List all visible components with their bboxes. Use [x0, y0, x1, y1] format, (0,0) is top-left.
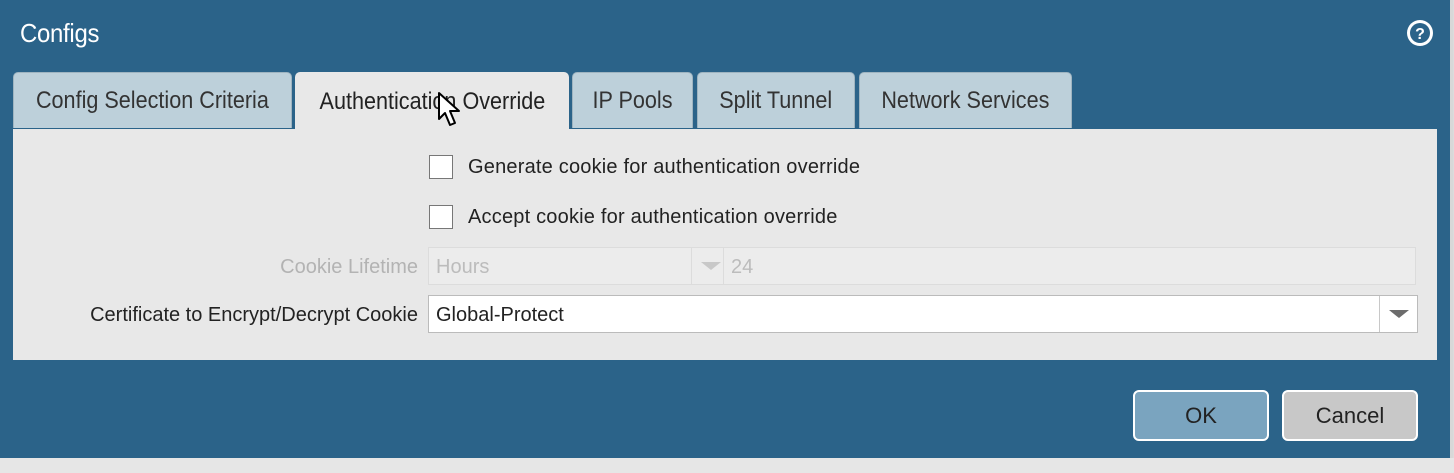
authentication-override-panel: Generate cookie for authentication overr… — [13, 129, 1437, 360]
background-table-strip — [0, 458, 1454, 473]
tab-network-services[interactable]: Network Services — [859, 72, 1072, 128]
generate-cookie-row: Generate cookie for authentication overr… — [429, 155, 860, 179]
dialog-title: Configs — [20, 18, 100, 48]
certificate-select[interactable]: Global-Protect — [428, 295, 1418, 333]
chevron-down-icon — [1379, 296, 1417, 332]
tab-ip-pools[interactable]: IP Pools — [572, 72, 693, 128]
mouse-cursor-icon — [438, 92, 460, 126]
accept-cookie-label: Accept cookie for authentication overrid… — [468, 205, 838, 228]
generate-cookie-label: Generate cookie for authentication overr… — [468, 155, 861, 178]
tab-authentication-override[interactable]: Authentication Override — [295, 72, 569, 130]
cookie-lifetime-label: Cookie Lifetime — [280, 256, 418, 278]
question-circle-icon[interactable]: ? — [1405, 18, 1435, 48]
cookie-lifetime-unit-value: Hours — [436, 256, 490, 278]
tab-split-tunnel[interactable]: Split Tunnel — [697, 72, 855, 128]
configs-dialog: Configs ? Config Selection Criteria Auth… — [0, 0, 1453, 458]
accept-cookie-checkbox[interactable] — [429, 205, 453, 229]
accept-cookie-row: Accept cookie for authentication overrid… — [429, 205, 838, 229]
certificate-value: Global-Protect — [436, 304, 564, 326]
cancel-button[interactable]: Cancel — [1282, 390, 1418, 441]
cookie-lifetime-value: 24 — [731, 256, 754, 278]
cookie-lifetime-input[interactable]: 24 — [723, 247, 1416, 285]
certificate-label: Certificate to Encrypt/Decrypt Cookie — [90, 304, 418, 326]
ok-button[interactable]: OK — [1133, 390, 1269, 441]
tab-config-selection-criteria[interactable]: Config Selection Criteria — [13, 72, 292, 128]
svg-text:?: ? — [1415, 26, 1425, 43]
generate-cookie-checkbox[interactable] — [429, 155, 453, 179]
cookie-lifetime-unit-select[interactable]: Hours — [428, 247, 730, 285]
